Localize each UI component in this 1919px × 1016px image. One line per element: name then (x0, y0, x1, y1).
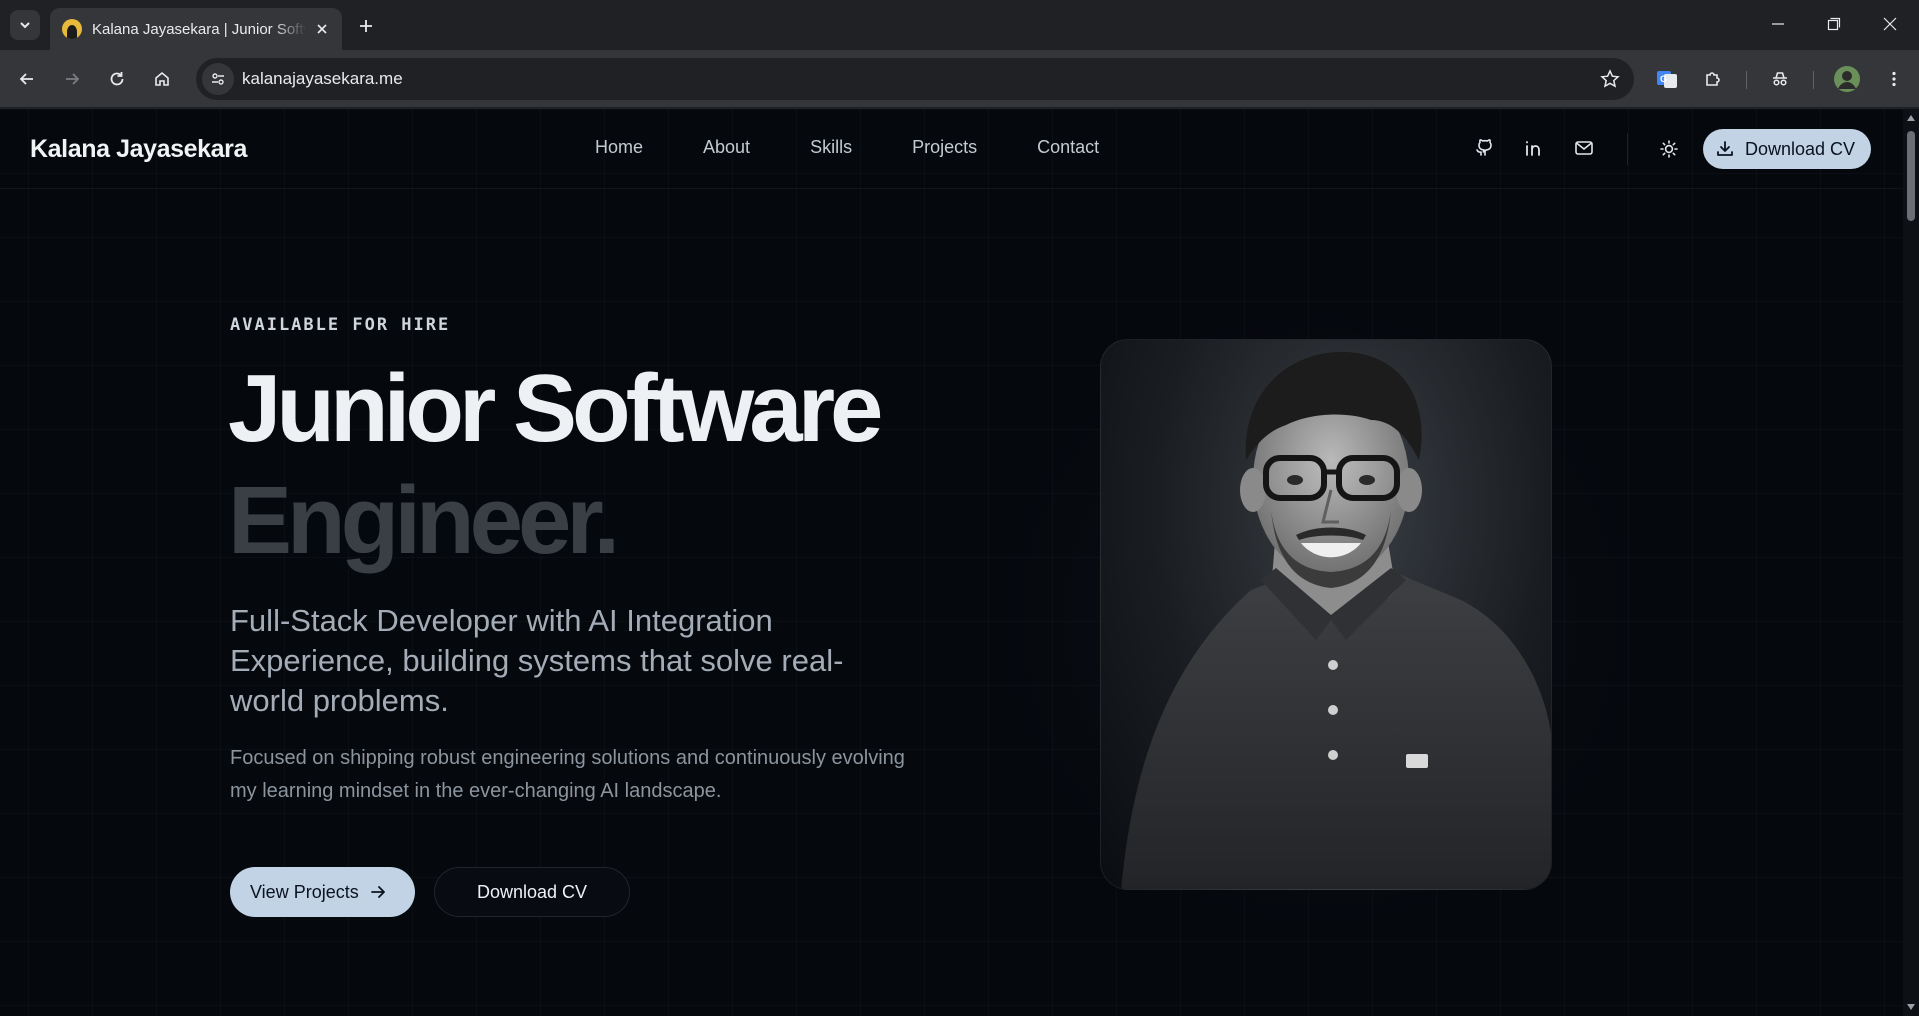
hero-headline-line1: Junior Software (228, 355, 883, 462)
nav-projects[interactable]: Projects (912, 137, 977, 158)
browser-toolbar: kalanajayasekara.me G (0, 50, 1919, 108)
restore-button[interactable] (1810, 6, 1858, 42)
github-link[interactable] (1472, 136, 1496, 160)
tab-close-icon[interactable] (312, 19, 332, 39)
nav-skills[interactable]: Skills (810, 137, 852, 158)
toolbar-separator (1746, 71, 1747, 89)
page-scrollbar[interactable] (1903, 109, 1919, 1016)
url-text[interactable]: kalanajayasekara.me (242, 69, 403, 89)
close-window-button[interactable] (1866, 6, 1914, 42)
home-button[interactable] (146, 63, 178, 95)
sun-icon (1660, 140, 1678, 158)
nav-about[interactable]: About (703, 137, 750, 158)
header-download-cv-label: Download CV (1745, 138, 1856, 159)
site-header: Kalana Jayasekara Home About Skills Proj… (0, 109, 1903, 189)
tab-title: Kalana Jayasekara | Junior Software Engi… (92, 20, 306, 38)
tab-search-button[interactable] (10, 10, 40, 40)
header-download-cv-button[interactable]: Download CV (1703, 129, 1871, 169)
toolbar-separator (1813, 71, 1814, 89)
hero-description: Focused on shipping robust engineering s… (230, 747, 905, 802)
new-tab-button[interactable] (352, 12, 380, 40)
restore-icon (1827, 17, 1841, 31)
site-brand-logo[interactable]: Kalana Jayasekara (30, 135, 247, 164)
home-icon (155, 71, 169, 86)
portrait-photo (1121, 351, 1551, 889)
nav-contact[interactable]: Contact (1037, 137, 1099, 158)
bookmark-star-icon[interactable] (1598, 67, 1622, 91)
tune-icon (212, 73, 224, 85)
hero-headline-line2: Engineer. (228, 467, 620, 574)
reload-icon (110, 72, 124, 86)
plus-icon (360, 20, 372, 32)
main-nav: Home About Skills Projects Contact (595, 137, 1099, 158)
back-button[interactable] (11, 63, 43, 95)
profile-portrait (1100, 339, 1552, 890)
email-link[interactable] (1572, 136, 1596, 160)
site-info-button[interactable] (202, 63, 234, 95)
header-separator (1627, 133, 1628, 165)
minimize-icon (1772, 23, 1784, 25)
extensions-button[interactable] (1697, 63, 1729, 95)
puzzle-icon (1706, 72, 1720, 86)
spy-icon (1773, 72, 1787, 86)
chevron-down-icon (20, 22, 30, 29)
close-icon (1883, 17, 1897, 31)
profile-avatar-button[interactable] (1831, 63, 1863, 95)
forward-button[interactable] (56, 63, 88, 95)
arrow-left-icon (19, 73, 33, 85)
more-vert-icon (1892, 71, 1896, 87)
github-icon (1476, 139, 1492, 156)
scroll-down-arrow-icon[interactable] (1907, 1004, 1915, 1010)
nav-home[interactable]: Home (595, 137, 643, 158)
portfolio-page: Kalana Jayasekara Home About Skills Proj… (0, 109, 1903, 1016)
scrollbar-thumb[interactable] (1907, 131, 1915, 221)
reload-button[interactable] (101, 63, 133, 95)
minimize-button[interactable] (1754, 6, 1802, 42)
hero-subtitle: Full-Stack Developer with AI Integration… (230, 603, 844, 718)
view-projects-button[interactable]: View Projects (230, 867, 415, 917)
svg-text:G: G (1660, 74, 1667, 84)
download-icon (1717, 141, 1733, 156)
view-projects-label: View Projects (250, 881, 359, 902)
mail-icon (1575, 141, 1593, 155)
incognito-labs-button[interactable] (1764, 63, 1796, 95)
hero-download-cv-button[interactable]: Download CV (434, 867, 630, 917)
arrow-right-icon (66, 73, 80, 85)
translate-extension-button[interactable]: G (1651, 63, 1683, 95)
browser-tab-active[interactable]: Kalana Jayasekara | Junior Software Engi… (50, 8, 342, 50)
site-favicon-icon (62, 19, 82, 39)
theme-toggle-button[interactable] (1656, 136, 1682, 162)
browser-tabstrip: Kalana Jayasekara | Junior Software Engi… (0, 0, 1919, 50)
scroll-up-arrow-icon[interactable] (1907, 115, 1915, 121)
avatar (1834, 66, 1860, 92)
arrow-right-icon (369, 883, 387, 901)
linkedin-link[interactable] (1522, 136, 1546, 160)
availability-eyebrow: AVAILABLE FOR HIRE (230, 315, 451, 335)
browser-menu-button[interactable] (1878, 63, 1910, 95)
linkedin-icon (1526, 141, 1540, 156)
google-translate-icon: G (1657, 71, 1677, 88)
address-bar[interactable]: kalanajayasekara.me (196, 58, 1634, 100)
